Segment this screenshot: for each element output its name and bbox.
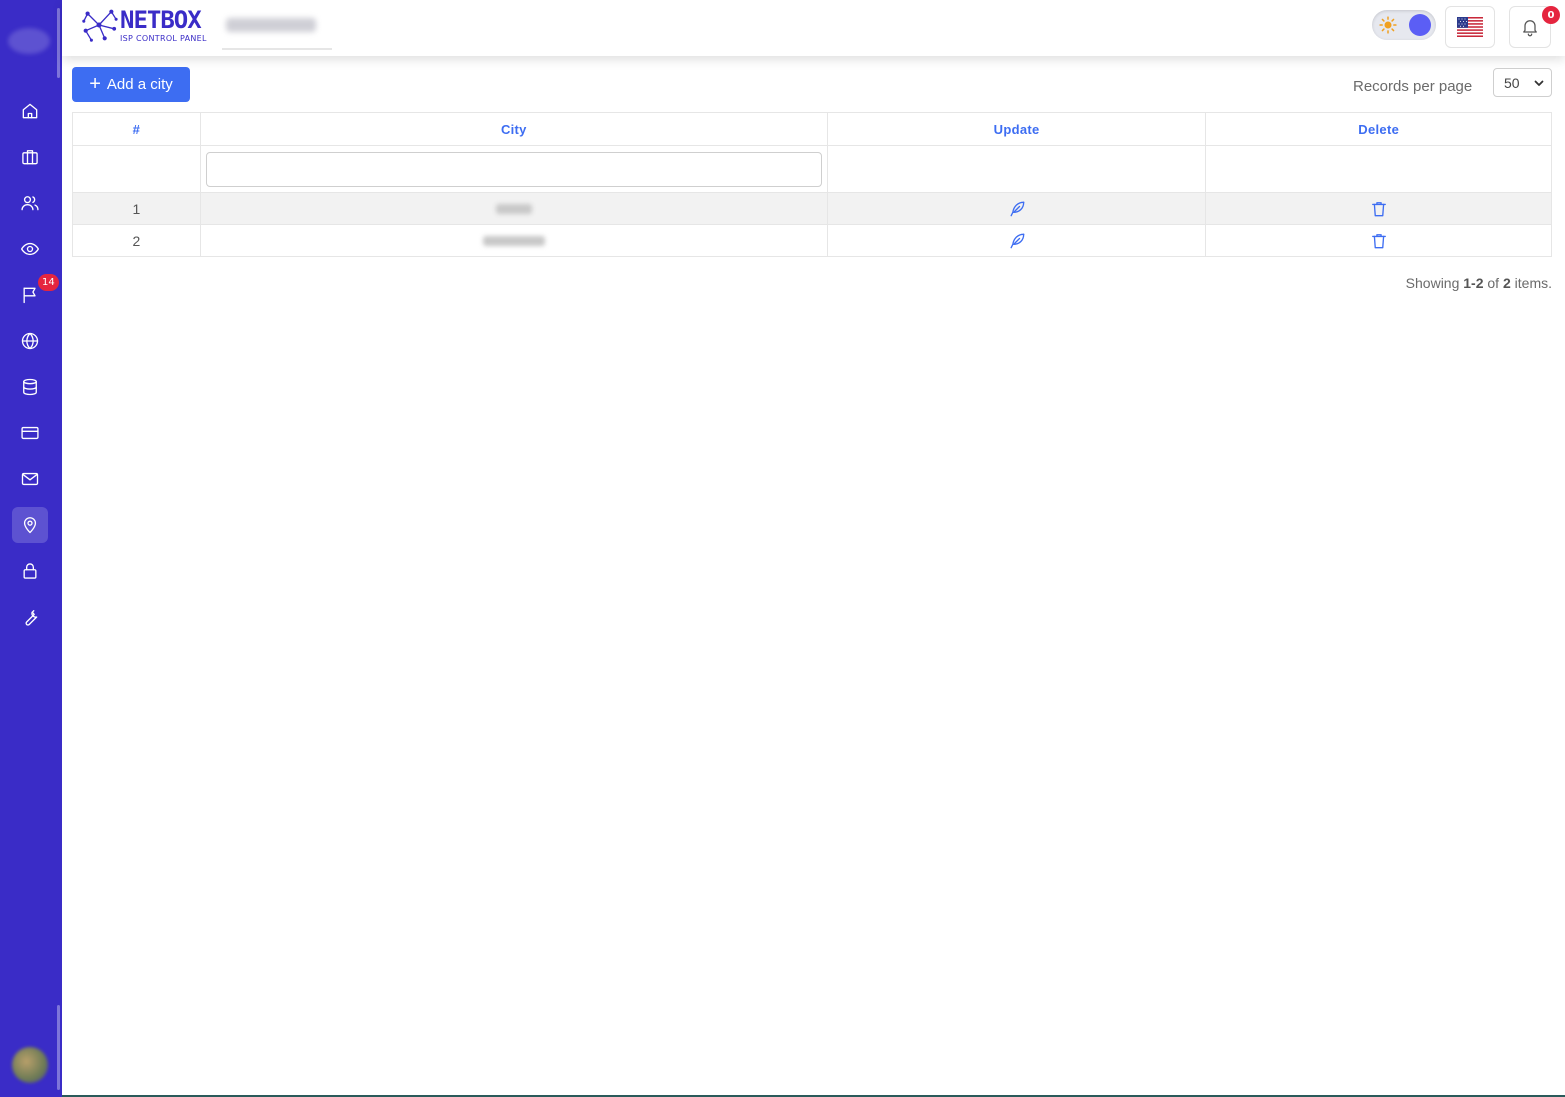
- plus-icon: +: [89, 72, 101, 95]
- row-city-redacted: [199, 224, 828, 257]
- table-row: 1: [72, 192, 1552, 225]
- column-header-index[interactable]: #: [72, 112, 201, 146]
- theme-toggle[interactable]: [1372, 10, 1436, 40]
- briefcase-icon: [22, 150, 38, 165]
- database-icon: [23, 378, 37, 396]
- company-selector[interactable]: [222, 12, 332, 50]
- top-header: NETBOX ISP CONTROL PANEL 0: [62, 0, 1565, 56]
- wrench-icon: [25, 610, 38, 626]
- summary-total: 2: [1502, 275, 1511, 291]
- user-avatar[interactable]: [12, 1047, 48, 1083]
- trash-icon[interactable]: [1369, 231, 1389, 251]
- eye-icon: [21, 242, 39, 256]
- filter-cell-update: [826, 145, 1207, 193]
- table-header-row: # City Update Delete: [72, 112, 1552, 146]
- home-icon: [22, 103, 38, 119]
- column-header-delete: Delete: [1205, 112, 1552, 146]
- sidebar-item-home[interactable]: [12, 93, 48, 129]
- sidebar-item-locations[interactable]: [12, 507, 48, 543]
- city-filter-input[interactable]: [205, 151, 822, 187]
- brand-logo[interactable]: NETBOX ISP CONTROL PANEL: [80, 6, 207, 44]
- sidebar-item-security[interactable]: [12, 553, 48, 589]
- users-icon: [21, 196, 39, 211]
- bell-icon: [1523, 20, 1537, 37]
- row-city-redacted: [199, 192, 828, 225]
- language-selector[interactable]: [1445, 6, 1495, 48]
- sidebar-item-mail[interactable]: [12, 461, 48, 497]
- company-name-redacted: [226, 18, 316, 32]
- map-pin-icon: [23, 517, 37, 534]
- sidebar-item-database[interactable]: [12, 369, 48, 405]
- cities-table: # City Update Delete 1 2: [72, 112, 1552, 257]
- sidebar-item-users[interactable]: [12, 185, 48, 221]
- mail-icon: [21, 472, 39, 486]
- globe-icon: [21, 332, 39, 350]
- row-index: 2: [72, 224, 201, 257]
- feather-edit-icon[interactable]: [1007, 231, 1027, 251]
- delete-cell: [1205, 192, 1552, 225]
- sun-icon: [1379, 16, 1397, 34]
- sidebar-item-tools[interactable]: [12, 599, 48, 635]
- brand-subtitle: ISP CONTROL PANEL: [120, 33, 207, 43]
- update-cell: [826, 224, 1207, 257]
- filter-row: [72, 145, 1552, 193]
- sidebar-scrollbar-bottom[interactable]: [57, 1005, 60, 1090]
- sidebar-item-services[interactable]: [12, 139, 48, 175]
- filter-cell-delete: [1205, 145, 1552, 193]
- us-flag-icon: [1457, 17, 1483, 37]
- sidebar-item-billing[interactable]: [12, 415, 48, 451]
- flag-icon: [23, 287, 36, 304]
- table-row: 2: [72, 224, 1552, 257]
- theme-toggle-knob: [1409, 14, 1431, 36]
- summary-range: 1-2: [1463, 275, 1484, 291]
- filter-cell-city: [199, 145, 828, 193]
- sidebar-scrollbar[interactable]: [57, 8, 60, 78]
- lock-icon: [23, 563, 37, 579]
- filter-cell-index: [72, 145, 201, 193]
- records-per-page-value: 50: [1504, 74, 1520, 91]
- delete-cell: [1205, 224, 1552, 257]
- sidebar-item-network[interactable]: [12, 323, 48, 359]
- trash-icon[interactable]: [1369, 199, 1389, 219]
- tickets-badge: 14: [38, 274, 59, 291]
- notifications-badge: 0: [1542, 6, 1560, 24]
- pagination-summary: Showing 1-2 of 2 items.: [1405, 275, 1552, 291]
- sidebar-item-monitoring[interactable]: [12, 231, 48, 267]
- row-index: 1: [72, 192, 201, 225]
- update-cell: [826, 192, 1207, 225]
- add-city-label: Add a city: [106, 76, 173, 93]
- records-per-page-label: Records per page: [1353, 78, 1473, 95]
- add-city-button[interactable]: + Add a city: [72, 67, 190, 102]
- brand-name: NETBOX: [120, 5, 202, 34]
- chevron-down-icon: [1534, 80, 1544, 86]
- records-per-page-select[interactable]: 50: [1493, 68, 1552, 97]
- column-header-update: Update: [826, 112, 1207, 146]
- feather-edit-icon[interactable]: [1007, 199, 1027, 219]
- network-logo-icon: [82, 9, 118, 42]
- credit-card-icon: [21, 426, 39, 440]
- sidebar: 14: [0, 0, 62, 1097]
- column-header-city[interactable]: City: [199, 112, 828, 146]
- sidebar-logo[interactable]: [8, 28, 50, 54]
